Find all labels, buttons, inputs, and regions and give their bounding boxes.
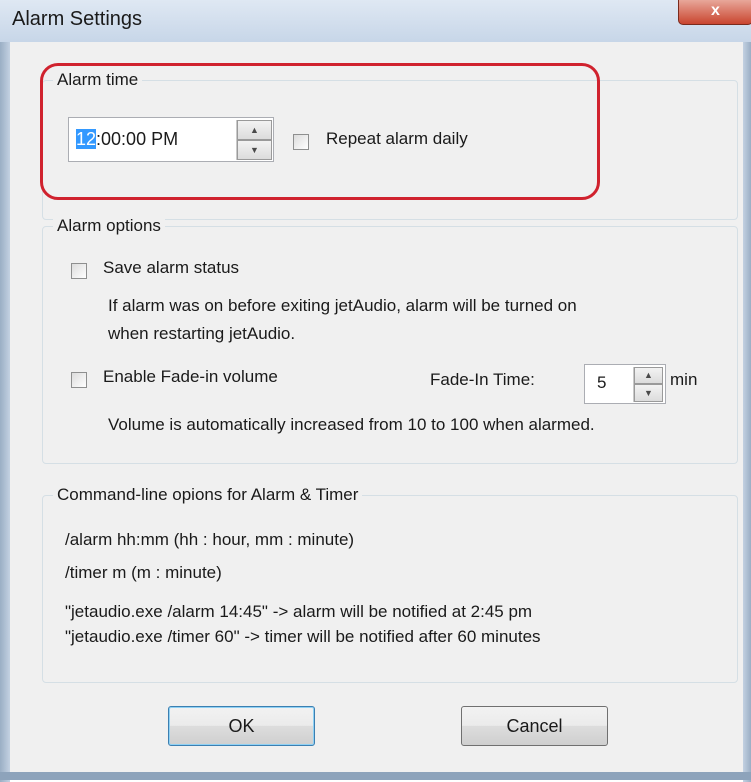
alarm-options-group-title: Alarm options (53, 216, 165, 236)
save-alarm-status-description-line1: If alarm was on before exiting jetAudio,… (108, 296, 577, 315)
fade-in-volume-checkbox[interactable] (71, 372, 87, 388)
fade-in-time-spinner[interactable]: ▲ ▼ (633, 367, 663, 402)
down-arrow-icon: ▼ (250, 145, 259, 155)
save-alarm-status-checkbox[interactable] (71, 263, 87, 279)
time-spinner[interactable]: ▲ ▼ (236, 120, 272, 160)
command-line-group-title: Command-line opions for Alarm & Timer (53, 485, 363, 505)
close-button[interactable]: x (678, 0, 751, 25)
time-rest-segment: :00:00 PM (96, 129, 179, 149)
cancel-button[interactable]: Cancel (461, 706, 608, 746)
fade-in-volume-label[interactable]: Enable Fade-in volume (103, 367, 278, 387)
time-spin-down-button[interactable]: ▼ (237, 140, 272, 160)
window-frame-bottom (0, 772, 751, 780)
window-frame-right (743, 42, 751, 782)
save-alarm-status-label[interactable]: Save alarm status (103, 258, 239, 278)
down-arrow-icon: ▼ (644, 388, 653, 398)
cmdline-alarm-example: "jetaudio.exe /alarm 14:45" -> alarm wil… (65, 602, 533, 621)
dialog-client-area: Alarm time 12:00:00 PM ▲ ▼ Repeat alarm … (10, 42, 743, 772)
cmdline-timer-example: "jetaudio.exe /timer 60" -> timer will b… (65, 627, 541, 646)
ok-button[interactable]: OK (168, 706, 315, 746)
save-alarm-status-description-line2: when restarting jetAudio. (108, 324, 296, 343)
command-line-group: Command-line opions for Alarm & Timer (42, 485, 738, 683)
cmdline-alarm-syntax: /alarm hh:mm (hh : hour, mm : minute) (65, 530, 355, 549)
alarm-time-field[interactable]: 12:00:00 PM ▲ ▼ (68, 117, 274, 162)
window-frame-left (0, 42, 10, 782)
cmdline-timer-syntax: /timer m (m : minute) (65, 563, 222, 582)
fade-spin-up-button[interactable]: ▲ (634, 367, 663, 384)
title-bar: Alarm Settings (0, 0, 751, 42)
fade-spin-down-button[interactable]: ▼ (634, 384, 663, 402)
fade-in-description: Volume is automatically increased from 1… (108, 415, 595, 434)
close-icon: x (711, 2, 720, 19)
fade-in-time-label: Fade-In Time: (430, 370, 535, 389)
fade-in-time-unit: min (670, 370, 698, 389)
fade-in-time-value[interactable]: 5 (597, 373, 606, 393)
repeat-daily-label[interactable]: Repeat alarm daily (326, 129, 468, 149)
repeat-daily-checkbox[interactable] (293, 134, 309, 150)
window-title: Alarm Settings (12, 8, 143, 30)
time-hour-segment[interactable]: 12 (76, 129, 97, 149)
fade-in-time-field[interactable]: 5 ▲ ▼ (584, 364, 666, 404)
up-arrow-icon: ▲ (644, 370, 653, 380)
up-arrow-icon: ▲ (250, 125, 259, 135)
time-spin-up-button[interactable]: ▲ (237, 120, 272, 140)
